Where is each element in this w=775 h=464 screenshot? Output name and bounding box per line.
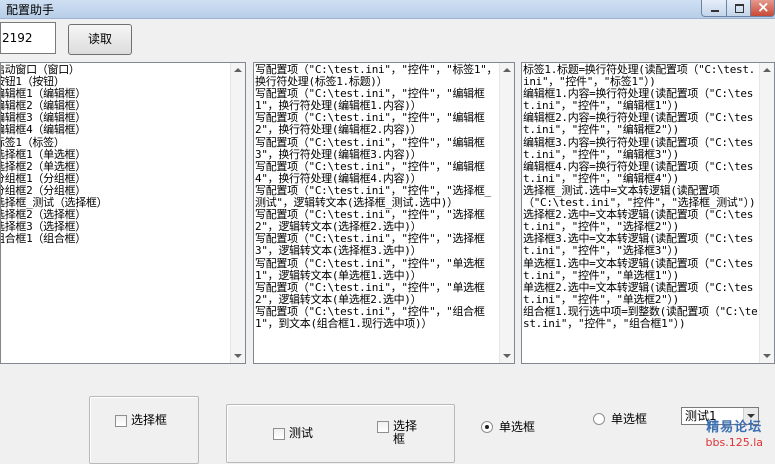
watermark: 精易论坛 bbs.125.la (706, 420, 763, 450)
minimize-button[interactable] (701, 0, 727, 17)
maximize-button[interactable] (726, 0, 751, 17)
scroll-down-icon[interactable] (234, 354, 242, 358)
control-list-textbox[interactable]: 启动窗口（窗口） 按钮1（按钮） 编辑框1（编辑框） 编辑框2（编辑框） 编辑框… (0, 62, 246, 364)
watermark-name: 精易论坛 (706, 420, 763, 435)
checkbox-icon[interactable] (273, 428, 285, 440)
radio-1[interactable]: 单选框 (481, 418, 535, 435)
watermark-url: bbs.125.la (705, 436, 763, 449)
radio-unchecked-icon[interactable] (593, 412, 605, 425)
scroll-down-icon[interactable] (503, 354, 511, 358)
checkbox-1[interactable]: 选择框 (115, 414, 167, 427)
checkbox-3-label: 选择框 (393, 419, 418, 446)
write-code-textbox[interactable]: 写配置项（"C:\test.ini"，"控件"，"标签1"，换行符处理(标签1.… (253, 62, 515, 364)
write-code-scrollbar[interactable] (499, 63, 514, 363)
checkbox-test-label: 测试 (289, 426, 314, 440)
checkbox-icon[interactable] (115, 415, 127, 427)
checkbox-3[interactable]: 选择框 (377, 420, 423, 446)
pid-input[interactable] (0, 22, 56, 54)
scroll-up-icon[interactable] (763, 68, 771, 72)
read-code-text: 标签1.标题=换行符处理(读配置项（"C:\test.ini"，"控件"，"标签… (523, 63, 758, 330)
checkbox-1-label: 选择框 (131, 413, 168, 427)
scroll-up-icon[interactable] (234, 68, 242, 72)
read-code-textbox[interactable]: 标签1.标题=换行符处理(读配置项（"C:\test.ini"，"控件"，"标签… (521, 62, 775, 364)
close-button[interactable] (750, 0, 775, 17)
scroll-up-icon[interactable] (503, 68, 511, 72)
write-code-text: 写配置项（"C:\test.ini"，"控件"，"标签1"，换行符处理(标签1.… (255, 63, 498, 330)
radio-2-label: 单选框 (611, 412, 648, 426)
window-title: 配置助手 (6, 3, 55, 17)
group-box-1 (89, 396, 199, 464)
checkbox-icon[interactable] (377, 421, 389, 433)
title-bar: 配置助手 (0, 0, 775, 19)
scroll-down-icon[interactable] (763, 354, 771, 358)
checkbox-test[interactable]: 测试 (273, 427, 313, 440)
radio-1-label: 单选框 (499, 420, 536, 434)
radio-checked-icon[interactable] (481, 420, 493, 433)
control-list-scrollbar[interactable] (230, 63, 245, 363)
control-list-text: 启动窗口（窗口） 按钮1（按钮） 编辑框1（编辑框） 编辑框2（编辑框） 编辑框… (0, 63, 108, 246)
radio-2[interactable]: 单选框 (593, 410, 647, 427)
read-code-scrollbar[interactable] (759, 63, 774, 363)
read-button[interactable]: 读取 (68, 24, 132, 55)
